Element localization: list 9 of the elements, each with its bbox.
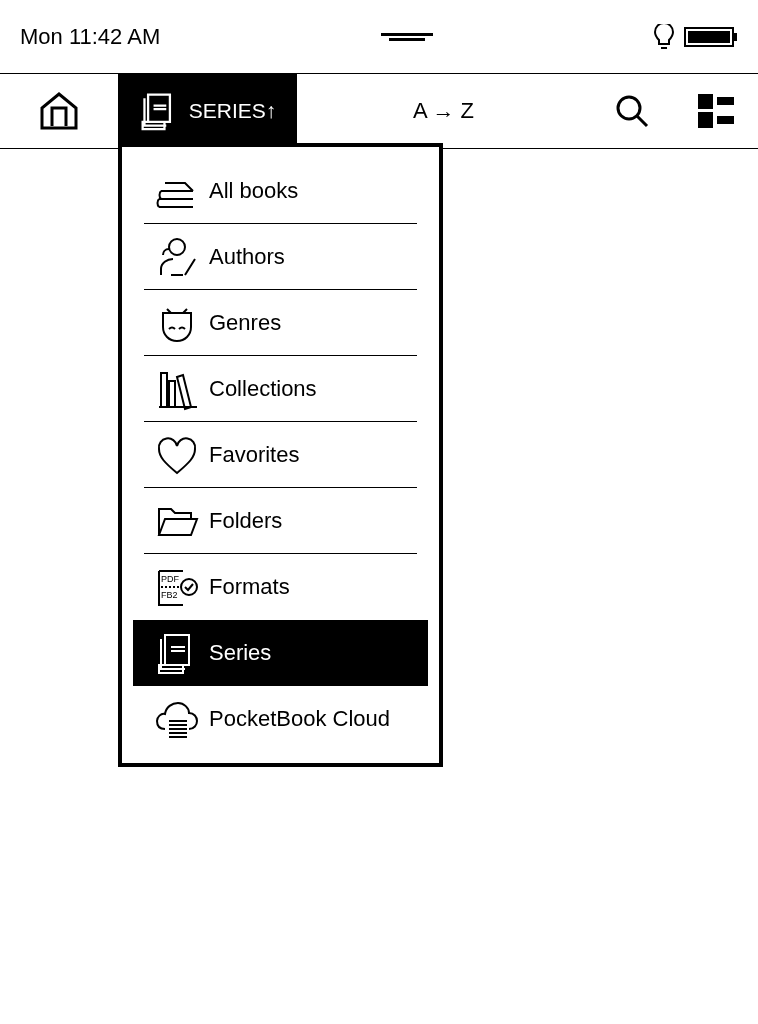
search-icon[interactable]: [615, 94, 649, 128]
menu-item[interactable]: Series: [133, 620, 428, 686]
menu-handle-icon: [381, 32, 434, 41]
lightbulb-icon: [654, 23, 674, 50]
view-mode-icon[interactable]: [698, 94, 734, 128]
battery-icon: [684, 26, 738, 47]
sort-order-button[interactable]: A → Z: [412, 98, 475, 124]
home-icon[interactable]: [40, 92, 78, 130]
clock-text: Mon 11:42 AM: [20, 23, 161, 50]
